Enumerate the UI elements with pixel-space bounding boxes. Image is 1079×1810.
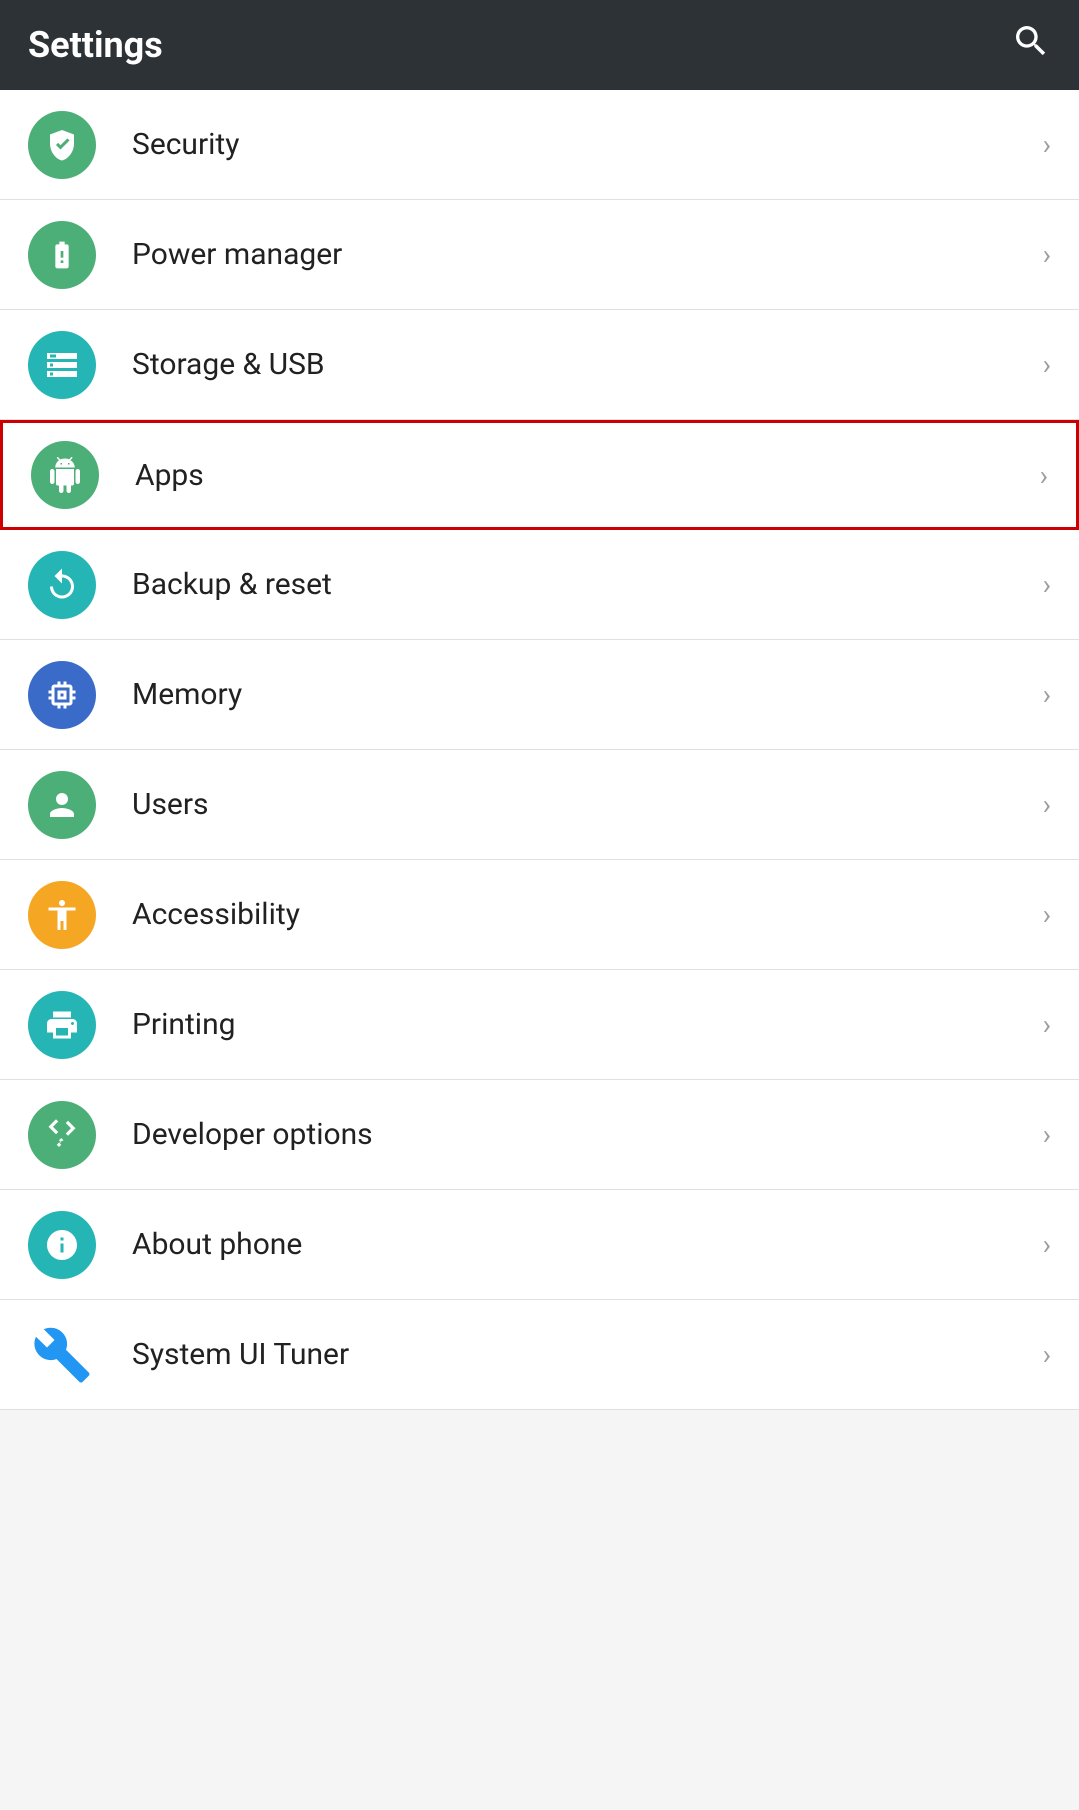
settings-item-about-phone[interactable]: About phone › xyxy=(0,1190,1079,1300)
settings-item-backup-reset[interactable]: Backup & reset › xyxy=(0,530,1079,640)
settings-item-users[interactable]: Users › xyxy=(0,750,1079,860)
settings-list: Security › Power manager › Storage & USB… xyxy=(0,90,1079,1410)
about-phone-label: About phone xyxy=(132,1227,1043,1262)
power-manager-icon xyxy=(28,221,96,289)
printing-icon xyxy=(28,991,96,1059)
page-title: Settings xyxy=(28,24,163,66)
about-phone-icon xyxy=(28,1211,96,1279)
storage-usb-icon xyxy=(28,331,96,399)
apps-label: Apps xyxy=(135,458,1040,493)
power-manager-chevron: › xyxy=(1043,238,1051,271)
users-chevron: › xyxy=(1043,788,1051,821)
about-phone-chevron: › xyxy=(1043,1228,1051,1261)
memory-label: Memory xyxy=(132,677,1043,712)
apps-chevron: › xyxy=(1040,459,1048,492)
developer-options-label: Developer options xyxy=(132,1117,1043,1152)
system-ui-tuner-chevron: › xyxy=(1043,1338,1051,1371)
memory-chevron: › xyxy=(1043,678,1051,711)
developer-options-chevron: › xyxy=(1043,1118,1051,1151)
security-icon xyxy=(28,111,96,179)
settings-item-storage-usb[interactable]: Storage & USB › xyxy=(0,310,1079,420)
settings-item-accessibility[interactable]: Accessibility › xyxy=(0,860,1079,970)
printing-chevron: › xyxy=(1043,1008,1051,1041)
app-header: Settings xyxy=(0,0,1079,90)
backup-reset-icon xyxy=(28,551,96,619)
accessibility-label: Accessibility xyxy=(132,897,1043,932)
settings-item-memory[interactable]: Memory › xyxy=(0,640,1079,750)
backup-reset-label: Backup & reset xyxy=(132,567,1043,602)
security-label: Security xyxy=(132,127,1043,162)
storage-usb-label: Storage & USB xyxy=(132,347,1043,382)
settings-item-security[interactable]: Security › xyxy=(0,90,1079,200)
security-chevron: › xyxy=(1043,128,1051,161)
accessibility-chevron: › xyxy=(1043,898,1051,931)
memory-icon xyxy=(28,661,96,729)
search-icon[interactable] xyxy=(1011,21,1051,70)
settings-item-power-manager[interactable]: Power manager › xyxy=(0,200,1079,310)
backup-reset-chevron: › xyxy=(1043,568,1051,601)
system-ui-tuner-icon xyxy=(28,1321,96,1389)
developer-options-icon xyxy=(28,1101,96,1169)
system-ui-tuner-label: System UI Tuner xyxy=(132,1337,1043,1372)
users-label: Users xyxy=(132,787,1043,822)
settings-item-apps[interactable]: Apps › xyxy=(0,420,1079,530)
apps-icon xyxy=(31,441,99,509)
storage-usb-chevron: › xyxy=(1043,348,1051,381)
power-manager-label: Power manager xyxy=(132,237,1043,272)
settings-item-printing[interactable]: Printing › xyxy=(0,970,1079,1080)
settings-item-developer-options[interactable]: Developer options › xyxy=(0,1080,1079,1190)
accessibility-icon xyxy=(28,881,96,949)
printing-label: Printing xyxy=(132,1007,1043,1042)
users-icon xyxy=(28,771,96,839)
settings-item-system-ui-tuner[interactable]: System UI Tuner › xyxy=(0,1300,1079,1410)
